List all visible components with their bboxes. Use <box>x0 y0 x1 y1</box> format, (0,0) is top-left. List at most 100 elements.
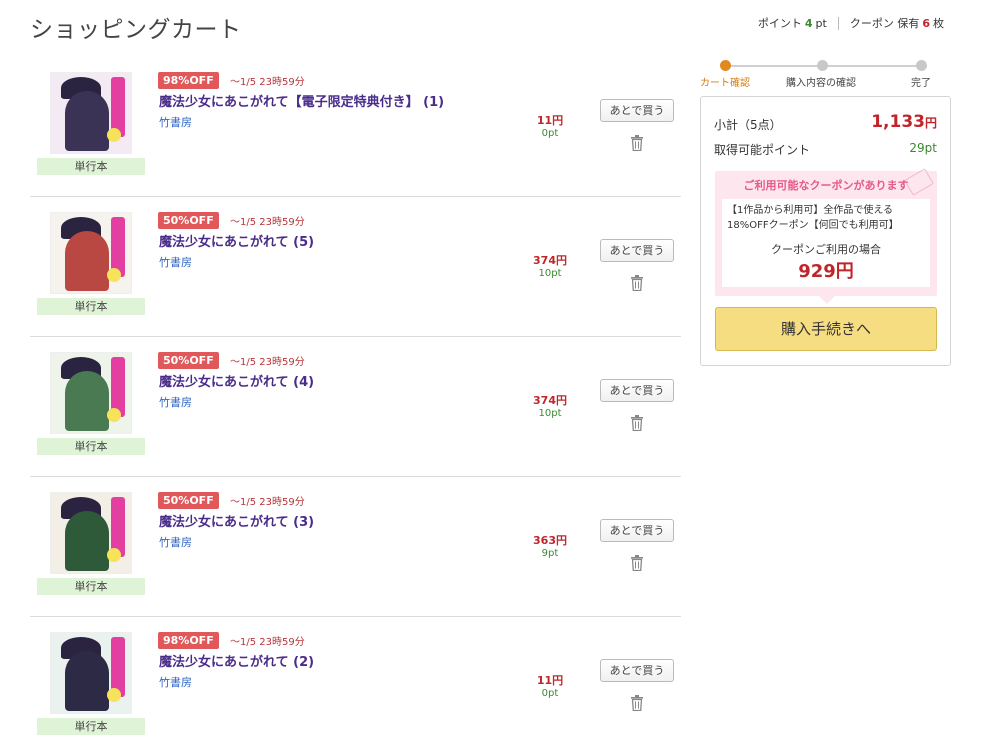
cover-wrap[interactable]: 単行本 <box>37 72 145 175</box>
cover-figure <box>65 371 109 431</box>
item-title-link[interactable]: 魔法少女にあこがれて (5) <box>159 231 314 250</box>
coupon-heading: ご利用可能なクーポンがあります <box>743 179 909 192</box>
subtotal-amount: 1,133円 <box>871 112 937 132</box>
publisher-link[interactable]: 竹書房 <box>159 674 192 690</box>
buy-later-button[interactable]: あとで買う <box>600 239 674 262</box>
coupon-label[interactable]: クーポン 保有 <box>850 15 920 31</box>
coupon-card: 【1作品から利用可】全作品で使える18%OFFクーポン【何回でも利用可】 クーポ… <box>722 199 930 287</box>
item-title-link[interactable]: 魔法少女にあこがれて (3) <box>159 511 314 530</box>
trash-icon[interactable] <box>630 135 644 151</box>
cart-item: 単行本 50%OFF ～1/5 23時59分 魔法少女にあこがれて (3) 竹書… <box>30 477 681 617</box>
cover-figure <box>65 91 109 151</box>
earnable-points-label: 取得可能ポイント <box>714 143 811 157</box>
step-label-confirm: 購入内容の確認 <box>786 78 856 89</box>
cart-item: 単行本 98%OFF ～1/5 23時59分 魔法少女にあこがれて (2) 竹書… <box>30 617 681 756</box>
cover-spark <box>107 128 121 142</box>
cart-item: 単行本 50%OFF ～1/5 23時59分 魔法少女にあこがれて (4) 竹書… <box>30 337 681 477</box>
item-price: 11円 <box>536 674 564 687</box>
step-dot-complete <box>916 60 927 71</box>
step-dot-cart <box>720 60 731 71</box>
format-label: 単行本 <box>37 298 145 315</box>
trash-icon[interactable] <box>630 695 644 711</box>
cover-figure <box>65 511 109 571</box>
discount-badge: 50%OFF <box>158 212 219 229</box>
coupon-offer[interactable]: ご利用可能なクーポンがあります 【1作品から利用可】全作品で使える18%OFFク… <box>715 168 937 304</box>
discount-badge: 50%OFF <box>158 492 219 509</box>
step-line <box>730 65 822 67</box>
item-points: 0pt <box>541 128 559 139</box>
checkout-steps: カート確認 購入内容の確認 完了 <box>700 60 950 90</box>
item-points: 0pt <box>541 688 559 699</box>
buy-later-button[interactable]: あとで買う <box>600 99 674 122</box>
discount-badge: 98%OFF <box>158 632 219 649</box>
discount-badge: 98%OFF <box>158 72 219 89</box>
format-label: 単行本 <box>37 158 145 175</box>
step-label-cart: カート確認 <box>700 78 750 89</box>
item-price: 363円 <box>533 534 567 547</box>
coupon-description: 【1作品から利用可】全作品で使える18%OFFクーポン【何回でも利用可】 <box>727 205 899 231</box>
book-cover[interactable] <box>50 492 132 574</box>
cover-wrap[interactable]: 単行本 <box>37 492 145 595</box>
subtotal-unit: 円 <box>924 116 937 130</box>
points-label: ポイント <box>757 17 802 30</box>
book-cover[interactable] <box>50 352 132 434</box>
item-points: 10pt <box>538 408 562 419</box>
coupon-count: 6 <box>922 16 930 30</box>
cover-spark <box>107 268 121 282</box>
item-title-link[interactable]: 魔法少女にあこがれて (4) <box>159 371 314 390</box>
sale-deadline: ～1/5 23時59分 <box>230 637 305 648</box>
discount-badge: 50%OFF <box>158 352 219 369</box>
step-line <box>827 65 919 67</box>
format-label: 単行本 <box>37 578 145 595</box>
cover-figure <box>65 651 109 711</box>
book-cover[interactable] <box>50 632 132 714</box>
subtotal-label: 小計（5点） <box>714 118 782 132</box>
publisher-link[interactable]: 竹書房 <box>159 254 192 270</box>
coupon-arrow <box>819 296 835 304</box>
buy-later-button[interactable]: あとで買う <box>600 519 674 542</box>
publisher-link[interactable]: 竹書房 <box>159 114 192 130</box>
cover-spark <box>107 688 121 702</box>
sale-deadline: ～1/5 23時59分 <box>230 497 305 508</box>
subtotal-value: 1,133 <box>871 112 925 132</box>
item-title-link[interactable]: 魔法少女にあこがれて (2) <box>159 651 314 670</box>
trash-icon[interactable] <box>630 415 644 431</box>
publisher-link[interactable]: 竹書房 <box>159 534 192 550</box>
points-unit: pt <box>815 16 827 30</box>
sale-deadline: ～1/5 23時59分 <box>230 357 305 368</box>
cart-list: 単行本 98%OFF ～1/5 23時59分 魔法少女にあこがれて【電子限定特典… <box>30 57 681 756</box>
purchase-button[interactable]: 購入手続きへ <box>715 307 937 351</box>
earnable-points-value: 29pt <box>909 141 937 155</box>
book-cover[interactable] <box>50 212 132 294</box>
item-price: 374円 <box>533 254 567 267</box>
cover-wrap[interactable]: 単行本 <box>37 352 145 455</box>
coupon-apply-label: クーポンご利用の場合 <box>771 243 881 256</box>
buy-later-button[interactable]: あとで買う <box>600 659 674 682</box>
order-summary: 小計（5点） 1,133円 取得可能ポイント 29pt ご利用可能なクーポンがあ… <box>700 96 951 366</box>
sale-deadline: ～1/5 23時59分 <box>230 77 305 88</box>
cover-wrap[interactable]: 単行本 <box>37 632 145 735</box>
cover-figure <box>65 231 109 291</box>
points-value: 4 <box>804 16 813 30</box>
cart-item: 単行本 98%OFF ～1/5 23時59分 魔法少女にあこがれて【電子限定特典… <box>30 57 681 197</box>
trash-icon[interactable] <box>630 555 644 571</box>
cover-spark <box>107 548 121 562</box>
item-price: 11円 <box>536 114 564 127</box>
coupon-price: 929円 <box>798 261 854 282</box>
earnable-points-row: 取得可能ポイント 29pt <box>714 141 937 158</box>
header-info: ポイント 4 pt クーポン 保有 6 枚 <box>758 15 944 31</box>
book-cover[interactable] <box>50 72 132 154</box>
format-label: 単行本 <box>37 718 145 735</box>
item-price: 374円 <box>533 394 567 407</box>
sale-deadline: ～1/5 23時59分 <box>230 217 305 228</box>
buy-later-button[interactable]: あとで買う <box>600 379 674 402</box>
step-label-complete: 完了 <box>911 78 931 89</box>
publisher-link[interactable]: 竹書房 <box>159 394 192 410</box>
cover-wrap[interactable]: 単行本 <box>37 212 145 315</box>
page-title: ショッピングカート <box>30 17 242 43</box>
item-points: 10pt <box>538 268 562 279</box>
format-label: 単行本 <box>37 438 145 455</box>
trash-icon[interactable] <box>630 275 644 291</box>
divider <box>837 16 839 30</box>
item-title-link[interactable]: 魔法少女にあこがれて【電子限定特典付き】 (1) <box>159 91 444 110</box>
